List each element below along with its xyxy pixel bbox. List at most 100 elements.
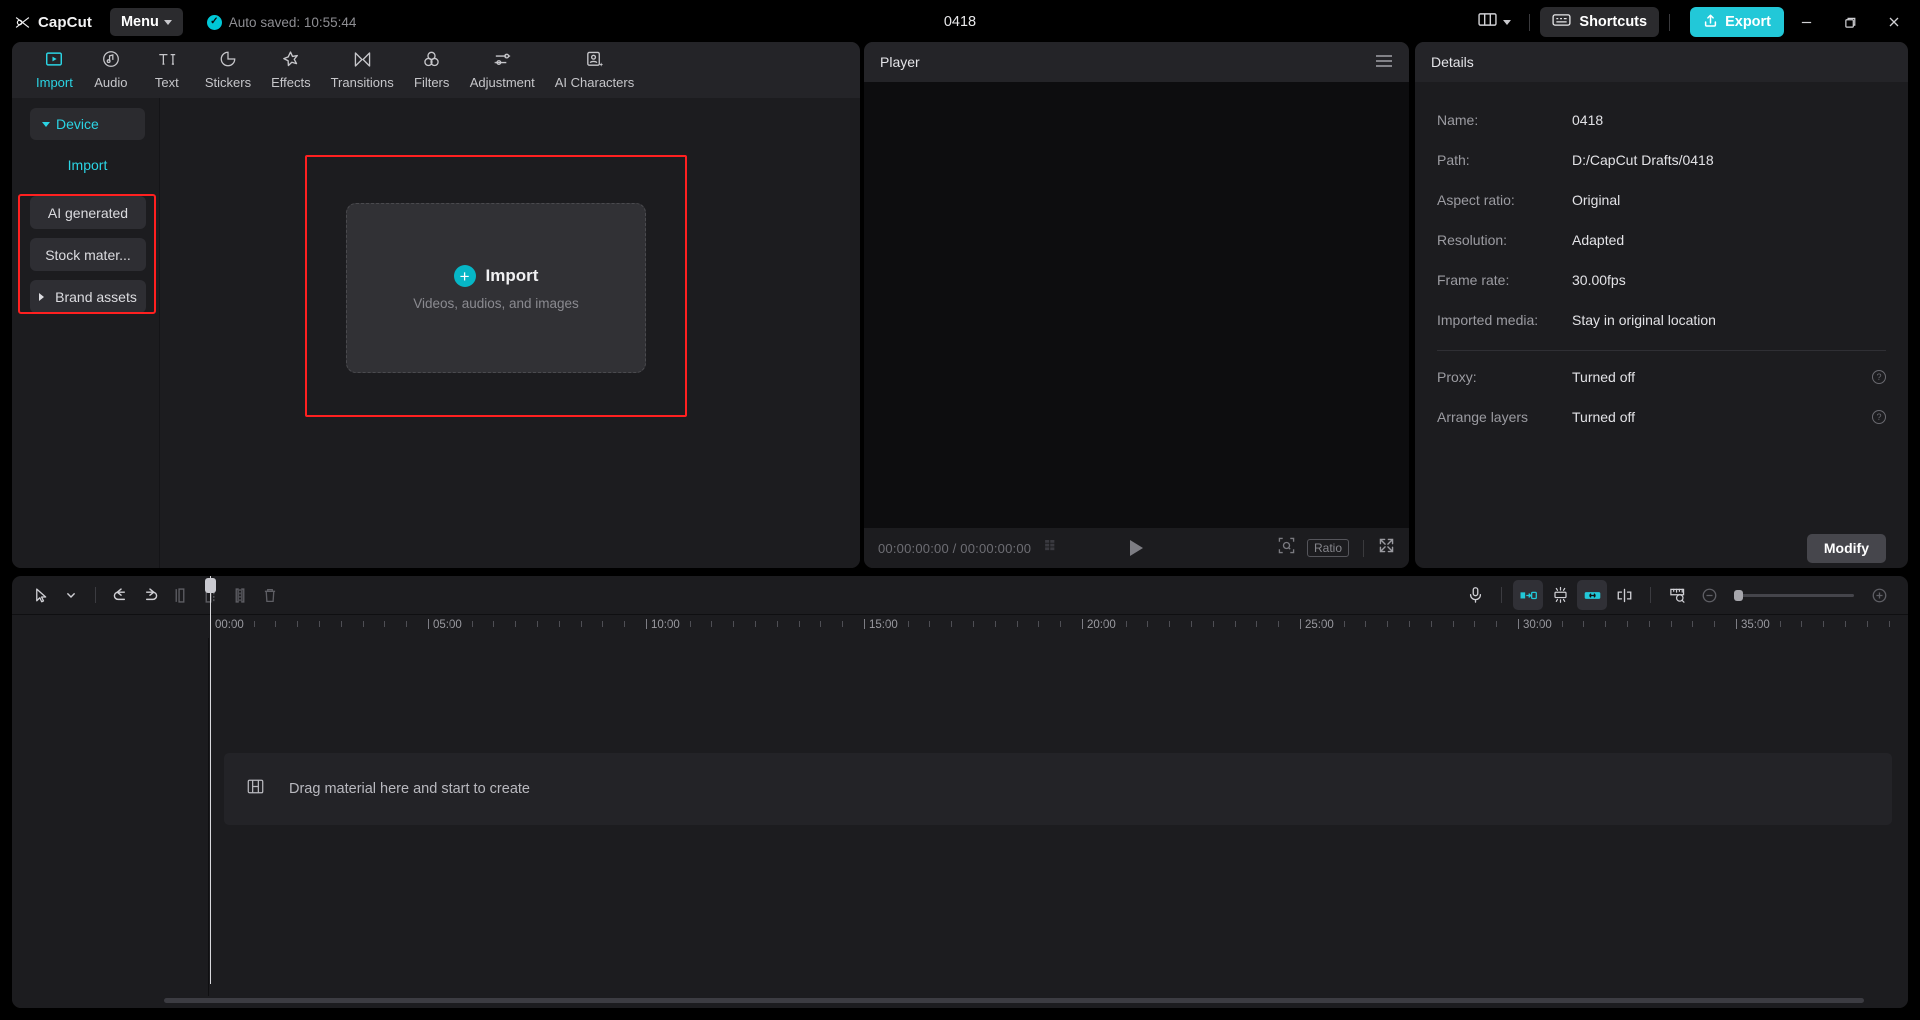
ruler-tick-minor (1692, 621, 1694, 627)
close-button[interactable] (1872, 0, 1916, 44)
ruler-tick-minor (1845, 621, 1846, 627)
scrollbar-thumb[interactable] (164, 998, 1864, 1003)
ruler-label: 05:00 (433, 619, 462, 631)
redo-icon[interactable] (135, 580, 165, 610)
details-header: Details (1415, 42, 1908, 82)
import-dropzone-button[interactable]: + Import Videos, audios, and images (346, 203, 646, 373)
undo-icon[interactable] (105, 580, 135, 610)
select-cursor-icon[interactable] (26, 580, 56, 610)
ratio-button[interactable]: Ratio (1306, 539, 1349, 557)
help-icon[interactable]: ? (1872, 370, 1886, 384)
ruler-tick-minor (1452, 621, 1454, 627)
layout-switch-button[interactable] (1470, 6, 1519, 38)
media-panel-body: Device Import AI generated Stock mater..… (12, 98, 860, 568)
ruler-tick-minor (1757, 621, 1759, 627)
zoom-out-icon[interactable] (1694, 580, 1724, 610)
snap-icon[interactable] (1545, 580, 1575, 610)
help-icon[interactable]: ? (1872, 410, 1886, 424)
link-icon[interactable] (1577, 580, 1607, 610)
tab-ai-characters[interactable]: AI Characters (545, 42, 644, 90)
ruler-tick-minor (885, 621, 887, 627)
details-row: Imported media: Stay in original locatio… (1437, 300, 1886, 340)
tab-stickers[interactable]: Stickers (195, 42, 261, 90)
autosave-text: Auto saved: 10:55:44 (228, 14, 357, 30)
ruler-tick-minor (1823, 621, 1825, 627)
timeline-horizontal-scrollbar[interactable] (12, 996, 1908, 1004)
tab-filters[interactable]: Filters (404, 42, 460, 90)
tab-import[interactable]: Import (26, 42, 83, 90)
grid-icon[interactable] (1045, 539, 1060, 557)
tab-audio[interactable]: Audio (83, 42, 139, 90)
chevron-down-icon[interactable] (56, 580, 86, 610)
import-dropzone-subtitle: Videos, audios, and images (413, 296, 579, 311)
ruler-tick-major (428, 619, 429, 629)
ruler-label: 00:00 (215, 619, 244, 631)
magnifier-frame-icon[interactable] (1278, 537, 1295, 559)
playhead-handle[interactable] (205, 578, 216, 593)
details-key: Proxy: (1437, 369, 1477, 385)
microphone-icon[interactable] (1460, 580, 1490, 610)
zoom-slider[interactable] (1734, 589, 1854, 601)
export-button[interactable]: Export (1690, 7, 1784, 37)
sidebar-item-import[interactable]: Import (30, 154, 145, 176)
film-strip-icon (246, 777, 265, 801)
tab-label: Import (36, 75, 73, 90)
split-icon[interactable] (225, 580, 255, 610)
sidebar-item-ai-generated[interactable]: AI generated (30, 196, 146, 229)
ruler-icon[interactable] (1662, 580, 1692, 610)
export-label: Export (1725, 14, 1771, 30)
ruler-tick-minor (1714, 621, 1716, 627)
details-value: 30.00fps (1572, 272, 1626, 288)
maximize-button[interactable] (1828, 0, 1872, 44)
play-icon[interactable] (1130, 540, 1143, 556)
ruler-tick-minor (1060, 621, 1062, 627)
sidebar-item-stock-materials[interactable]: Stock mater... (30, 238, 146, 271)
capcut-window: CapCut Menu ✓ Auto saved: 10:55:44 0418 (0, 0, 1920, 1020)
tab-effects[interactable]: Effects (261, 42, 321, 90)
details-key: Name: (1437, 112, 1479, 128)
title-bar-actions: Shortcuts Export (1470, 0, 1920, 44)
ruler-tick-minor (994, 621, 996, 627)
ruler-tick-minor (471, 621, 473, 627)
details-value: 0418 (1572, 112, 1604, 128)
ruler-tick-minor (1801, 621, 1803, 627)
ruler-tick-minor (384, 621, 386, 627)
fullscreen-icon[interactable] (1378, 537, 1395, 559)
timeline-toolbar (12, 576, 1908, 614)
tab-adjustment[interactable]: Adjustment (460, 42, 545, 90)
ruler-tick-minor (1627, 621, 1628, 627)
mirror-icon[interactable] (1513, 580, 1543, 610)
trim-icon[interactable] (1609, 580, 1639, 610)
zoom-in-icon[interactable] (1864, 580, 1894, 610)
ruler-tick-minor (493, 621, 495, 627)
export-upload-icon (1703, 13, 1718, 32)
tab-label: Filters (414, 75, 450, 90)
tab-transitions[interactable]: Transitions (321, 42, 404, 90)
tab-text[interactable]: Text (139, 42, 195, 90)
sidebar-item-device[interactable]: Device (30, 108, 145, 140)
timeline-dropzone[interactable]: Drag material here and start to create (224, 753, 1892, 825)
ruler-tick-minor (842, 621, 844, 627)
ruler-tick-minor (1278, 621, 1280, 627)
shortcuts-button[interactable]: Shortcuts (1540, 7, 1660, 37)
ruler-tick-minor (1038, 621, 1040, 627)
ruler-tick-minor (1539, 621, 1541, 627)
ruler-tick-minor (1191, 621, 1192, 627)
details-row: Resolution: Adapted (1437, 220, 1886, 260)
sidebar-item-brand-assets[interactable]: Brand assets (30, 280, 146, 313)
menu-button[interactable]: Menu (109, 8, 183, 36)
timeline-ruler[interactable]: 00:00 05:00 10:00 15:00 20:00 25:00 30:00 35:00 (12, 614, 1908, 638)
split-left-icon[interactable] (165, 580, 195, 610)
details-key: Imported media: (1437, 312, 1539, 328)
playhead-line (210, 576, 211, 984)
ruler-tick-minor (1583, 621, 1585, 627)
autosave-status: ✓ Auto saved: 10:55:44 (206, 14, 357, 30)
delete-icon[interactable] (255, 580, 285, 610)
player-right-controls: Ratio (1278, 537, 1395, 559)
hamburger-icon[interactable] (1375, 54, 1393, 71)
ruler-tick-minor (1648, 621, 1650, 627)
modify-button[interactable]: Modify (1806, 533, 1886, 563)
zoom-slider-handle[interactable] (1734, 589, 1743, 601)
minimize-button[interactable] (1784, 0, 1828, 44)
player-canvas[interactable] (864, 82, 1409, 528)
